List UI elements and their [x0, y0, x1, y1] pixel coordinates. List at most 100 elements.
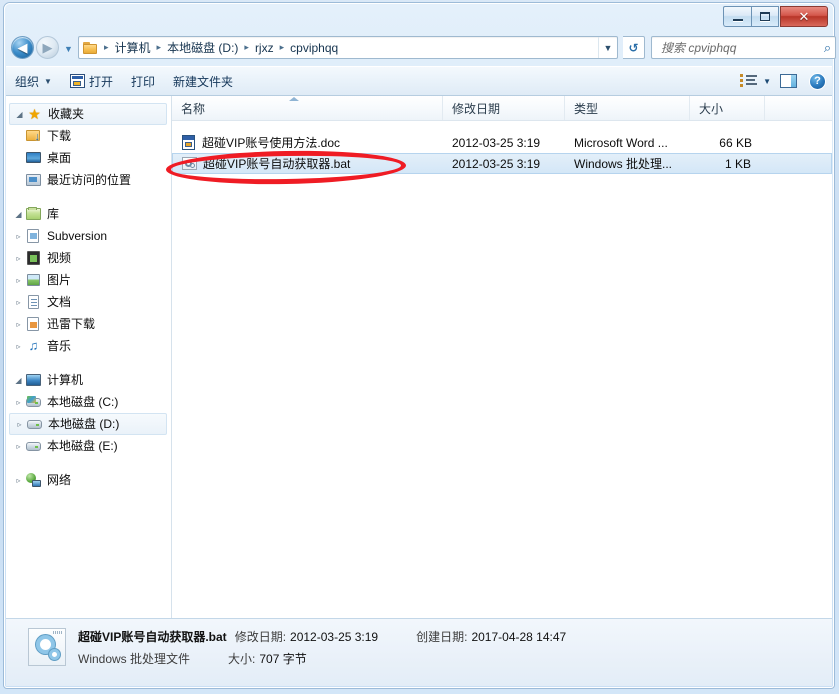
subversion-library-icon [25, 228, 42, 244]
downloads-folder-icon [25, 128, 42, 144]
new-folder-button[interactable]: 新建文件夹 [164, 70, 242, 93]
sidebar-item-videos[interactable]: ▹ 视频 [6, 247, 171, 269]
organize-button[interactable]: 组织 ▼ [6, 70, 61, 93]
batch-file-large-icon [28, 628, 66, 666]
table-row[interactable]: 超碰VIP账号使用方法.doc 2012-03-25 3:19 Microsof… [172, 132, 832, 153]
batch-file-icon [182, 156, 198, 172]
file-list-top-gap [172, 121, 832, 132]
preview-pane-icon[interactable] [780, 74, 797, 88]
minimize-button[interactable] [723, 6, 751, 27]
column-header-size[interactable]: 大小 [690, 96, 765, 120]
sidebar-group-spacer [6, 357, 171, 369]
sidebar-label-drive-c: 本地磁盘 (C:) [47, 395, 119, 409]
file-name-label: 超碰VIP账号使用方法.doc [202, 136, 341, 150]
file-name-cell: 超碰VIP账号自动获取器.bat [173, 155, 443, 172]
music-library-icon: ♫ [28, 338, 39, 353]
back-arrow-icon: ◀ [17, 40, 28, 55]
documents-library-icon [25, 294, 42, 310]
breadcrumb-item-rjxz[interactable]: rjxz [252, 40, 277, 56]
column-header-name[interactable]: 名称 [172, 96, 443, 120]
breadcrumb-separator[interactable]: ▸ [154, 42, 165, 53]
title-bar: ✕ [4, 3, 834, 29]
drive-icon [26, 416, 43, 432]
chevron-down-icon[interactable]: ▼ [763, 77, 771, 86]
forward-button[interactable]: ▶ [36, 36, 59, 59]
address-dropdown-button[interactable]: ▼ [598, 37, 617, 58]
sidebar-group-network[interactable]: ▹ 网络 [6, 469, 171, 491]
sidebar-label-favorites: 收藏夹 [48, 107, 85, 121]
sidebar-item-pictures[interactable]: ▹ 图片 [6, 269, 171, 291]
expander-icon[interactable]: ▹ [12, 232, 25, 241]
sidebar-item-documents[interactable]: ▹ 文档 [6, 291, 171, 313]
navigation-pane: ◢ ★ 收藏夹 下载 桌面 最近访问的位置 ◢ [6, 96, 172, 618]
sidebar-item-drive-e[interactable]: ▹ 本地磁盘 (E:) [6, 435, 171, 457]
expander-icon[interactable]: ▹ [12, 254, 25, 263]
search-box[interactable]: ⌕ [651, 36, 836, 59]
print-button[interactable]: 打印 [122, 70, 164, 93]
breadcrumb-separator[interactable]: ▸ [277, 42, 288, 53]
expander-icon[interactable]: ◢ [12, 210, 25, 219]
sidebar-item-music[interactable]: ▹ ♫ 音乐 [6, 335, 171, 357]
change-view-icon[interactable] [740, 74, 758, 88]
sidebar-item-drive-c[interactable]: ▹ 本地磁盘 (C:) [6, 391, 171, 413]
expander-icon[interactable]: ▹ [12, 442, 25, 451]
table-row[interactable]: 超碰VIP账号自动获取器.bat 2012-03-25 3:19 Windows… [172, 153, 832, 174]
sidebar-group-spacer [6, 457, 171, 469]
sidebar-group-favorites[interactable]: ◢ ★ 收藏夹 [9, 103, 167, 125]
breadcrumb-item-computer[interactable]: 计算机 [112, 38, 154, 57]
close-icon: ✕ [798, 8, 810, 24]
desktop-icon [25, 150, 42, 166]
recent-locations-dropdown[interactable]: ▼ [63, 43, 74, 54]
breadcrumb-separator[interactable]: ▸ [101, 42, 112, 53]
file-modified-cell: 2012-03-25 3:19 [452, 156, 541, 171]
chevron-down-icon: ▼ [603, 42, 613, 53]
back-button[interactable]: ◀ [11, 36, 34, 59]
expander-icon[interactable]: ▹ [12, 320, 25, 329]
search-input[interactable] [659, 39, 820, 56]
file-size-cell: 1 KB [724, 156, 751, 171]
help-icon[interactable]: ? [809, 72, 826, 90]
sidebar-item-recent-places[interactable]: 最近访问的位置 [6, 169, 171, 191]
sidebar-label-documents: 文档 [47, 295, 72, 309]
address-bar[interactable]: ▸ 计算机 ▸ 本地磁盘 (D:) ▸ rjxz ▸ cpviphqq ▼ [78, 36, 618, 59]
sidebar-group-libraries[interactable]: ◢ 库 [6, 203, 171, 225]
column-header-size-label: 大小 [699, 101, 724, 116]
breadcrumb-item-cpviphqq[interactable]: cpviphqq [287, 40, 341, 56]
sidebar-label-recent-places: 最近访问的位置 [47, 173, 132, 187]
sidebar-item-drive-d[interactable]: ▹ 本地磁盘 (D:) [9, 413, 167, 435]
sidebar-item-xunlei-downloads[interactable]: ▹ 迅雷下载 [6, 313, 171, 335]
column-header-type[interactable]: 类型 [565, 96, 690, 120]
sidebar-label-drive-d: 本地磁盘 (D:) [48, 417, 120, 431]
refresh-button[interactable]: ↺ [623, 36, 645, 59]
recent-places-icon [25, 172, 42, 188]
column-header-modified[interactable]: 修改日期 [443, 96, 565, 120]
open-button[interactable]: 打开 [61, 70, 122, 93]
sidebar-group-computer[interactable]: ◢ 计算机 [6, 369, 171, 391]
expander-icon[interactable]: ▹ [12, 398, 25, 407]
breadcrumb-item-drive-d[interactable]: 本地磁盘 (D:) [164, 38, 241, 57]
organize-label: 组织 [15, 74, 40, 89]
work-area: ◢ ★ 收藏夹 下载 桌面 最近访问的位置 ◢ [6, 96, 832, 618]
breadcrumb-separator[interactable]: ▸ [241, 42, 252, 53]
sidebar-group-spacer [6, 191, 171, 203]
sidebar-label-music: 音乐 [47, 339, 72, 353]
file-name-cell: 超碰VIP账号使用方法.doc [172, 134, 443, 151]
expander-icon[interactable]: ▹ [12, 298, 25, 307]
sidebar-item-desktop[interactable]: 桌面 [6, 147, 171, 169]
expander-icon[interactable]: ▹ [12, 276, 25, 285]
explorer-window: ✕ ◀ ▶ ▼ ▸ 计算机 ▸ 本地磁盘 (D:) ▸ rjxz ▸ cpvip… [0, 0, 839, 694]
close-button[interactable]: ✕ [780, 6, 828, 27]
sidebar-item-downloads[interactable]: 下载 [6, 125, 171, 147]
sidebar-label-libraries: 库 [47, 207, 60, 221]
expander-icon[interactable]: ▹ [12, 476, 25, 485]
expander-icon[interactable]: ▹ [13, 420, 26, 429]
sidebar-label-subversion: Subversion [47, 229, 108, 243]
maximize-button[interactable] [751, 6, 779, 27]
file-list-pane: 名称 修改日期 类型 大小 超碰VIP账号使用方法.doc 2012-03-25… [172, 96, 832, 618]
expander-icon[interactable]: ◢ [12, 376, 25, 385]
command-bar: 组织 ▼ 打开 打印 新建文件夹 ▼ ? [6, 66, 832, 96]
expander-icon[interactable]: ◢ [13, 110, 26, 119]
expander-icon[interactable]: ▹ [12, 342, 25, 351]
system-drive-icon [25, 394, 42, 410]
sidebar-item-subversion[interactable]: ▹ Subversion [6, 225, 171, 247]
